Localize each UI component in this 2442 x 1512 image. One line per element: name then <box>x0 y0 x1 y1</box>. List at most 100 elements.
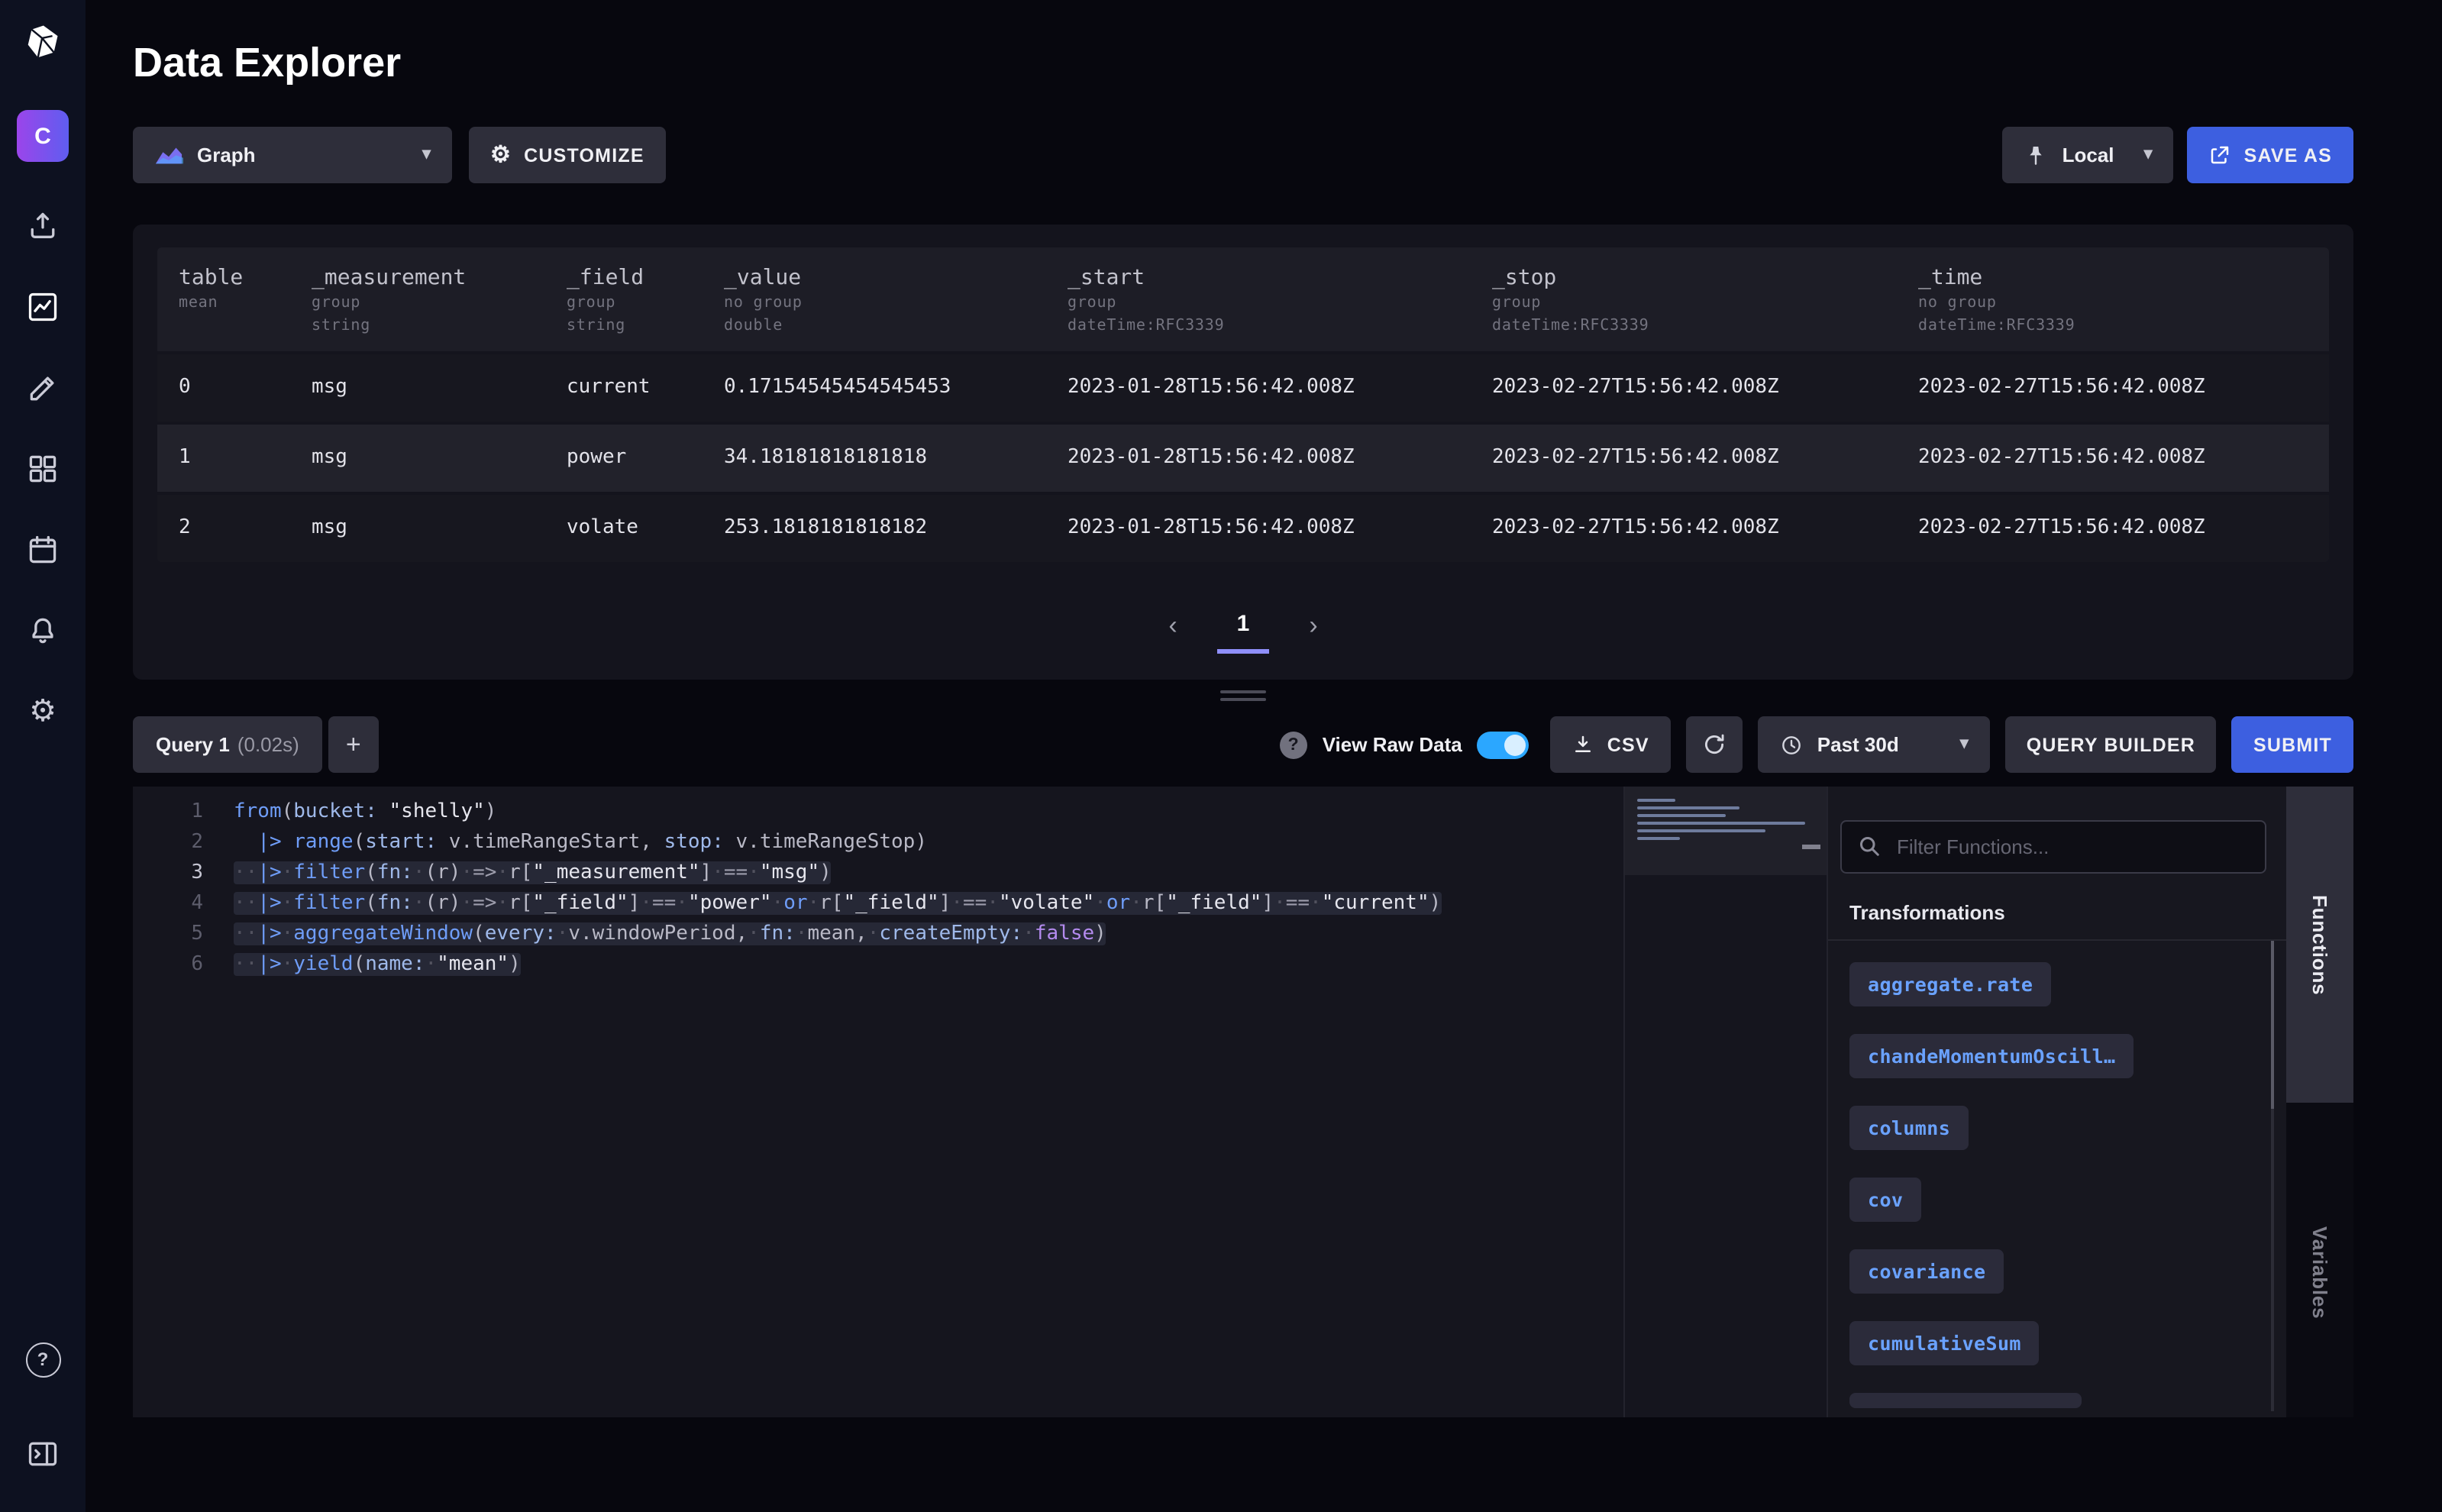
table-row: 1msgpower34.181818181818182023-01-28T15:… <box>157 422 2329 492</box>
query-builder-button[interactable]: QUERY BUILDER <box>2005 716 2217 773</box>
editor-region: 123456 from(bucket: "shelly") |> range(s… <box>133 787 2353 1417</box>
sidebar-item-expand-nav[interactable] <box>24 1436 61 1472</box>
avatar[interactable]: C <box>17 110 69 162</box>
sidebar-item-data-explorer[interactable] <box>24 289 61 325</box>
time-range-dropdown[interactable]: Past 30d ▾ <box>1758 716 1990 773</box>
table-cell: 2023-01-28T15:56:42.008Z <box>1046 495 1471 562</box>
help-tooltip-icon[interactable]: ? <box>1280 731 1307 758</box>
column-label: table <box>179 266 290 290</box>
table-cell: 253.1818181818182 <box>703 495 1046 562</box>
table-cell: 1 <box>157 425 290 492</box>
sidebar-item-settings[interactable]: ⚙ <box>24 693 61 730</box>
function-chip[interactable]: cumulativeSum <box>1849 1321 2040 1365</box>
search-icon <box>1856 832 1883 860</box>
column-meta: dateTime:RFC3339 <box>1918 318 2329 336</box>
influxdb-logo-icon <box>23 23 63 63</box>
prev-page-button[interactable]: ‹ <box>1162 608 1183 645</box>
functions-list: aggregate.rate chandeMomentumOscill… colum… <box>1828 939 2286 1417</box>
function-chip[interactable]: chandeMomentumOscill… <box>1849 1034 2134 1078</box>
view-type-dropdown[interactable]: Graph ▾ <box>133 127 452 183</box>
flux-code-editor[interactable]: 123456 from(bucket: "shelly") |> range(s… <box>133 787 1623 1417</box>
table-cell: msg <box>290 495 545 562</box>
refresh-icon <box>1701 732 1727 758</box>
query-tab[interactable]: Query 1 (0.02s) <box>133 716 322 773</box>
time-range-label: Past 30d <box>1817 733 1899 756</box>
current-page[interactable]: 1 <box>1217 608 1270 654</box>
sidebar-bottom: ? <box>24 1341 61 1512</box>
minimap-line <box>1637 814 1725 817</box>
sidebar-item-upload[interactable] <box>24 208 61 244</box>
scrollbar-thumb[interactable] <box>2271 941 2274 1109</box>
save-as-label: SAVE AS <box>2244 144 2332 166</box>
table-cell: volate <box>545 495 703 562</box>
code-line: |> range(start: v.timeRangeStart, stop: … <box>234 828 1623 858</box>
csv-button[interactable]: CSV <box>1551 716 1671 773</box>
function-chip[interactable]: cov <box>1849 1178 1921 1222</box>
table-cell: 34.18181818181818 <box>703 425 1046 492</box>
view-raw-data-toggle[interactable] <box>1478 731 1529 758</box>
column-meta: group <box>567 295 703 313</box>
viz-toolbar-right: Local ▾ SAVE AS <box>2003 127 2353 183</box>
function-chip[interactable]: aggregate.rate <box>1849 962 2051 1006</box>
filter-functions-input[interactable] <box>1840 820 2266 874</box>
chevron-down-icon: ▾ <box>422 147 431 163</box>
expand-panel-icon <box>26 1437 60 1471</box>
line-number: 5 <box>133 919 203 950</box>
table-header: tablemean_measurementgroupstring_fieldgr… <box>157 247 2329 351</box>
next-page-button[interactable]: › <box>1303 608 1323 645</box>
csv-label: CSV <box>1607 734 1649 755</box>
function-chip[interactable]: covariance <box>1849 1249 2004 1294</box>
bell-icon <box>26 614 60 648</box>
customize-button[interactable]: ⚙ CUSTOMIZE <box>469 127 666 183</box>
line-number: 1 <box>133 797 203 828</box>
dashboards-grid-icon <box>26 452 60 486</box>
timezone-dropdown[interactable]: Local ▾ <box>2003 127 2174 183</box>
add-query-button[interactable]: + <box>328 716 379 773</box>
tab-functions[interactable]: Functions <box>2286 787 2353 1103</box>
sidebar-item-dashboards[interactable] <box>24 451 61 487</box>
column-meta: mean <box>179 295 290 313</box>
function-chip-partial[interactable] <box>1849 1393 2082 1408</box>
timezone-label: Local <box>2062 144 2114 166</box>
column-meta: dateTime:RFC3339 <box>1492 318 1897 336</box>
sidebar-item-alerts[interactable] <box>24 612 61 649</box>
line-number: 6 <box>133 950 203 981</box>
line-number: 2 <box>133 828 203 858</box>
refresh-button[interactable] <box>1686 716 1743 773</box>
column-header: _measurementgroupstring <box>290 247 545 351</box>
export-icon <box>2209 144 2232 166</box>
customize-label: CUSTOMIZE <box>524 144 644 166</box>
view-type-label: Graph <box>197 144 256 166</box>
column-meta: no group <box>1918 295 2329 313</box>
line-number: 4 <box>133 889 203 919</box>
sidebar-item-help[interactable]: ? <box>24 1341 61 1378</box>
minimap[interactable] <box>1623 787 1827 1417</box>
submit-button[interactable]: SUBMIT <box>2232 716 2353 773</box>
sidebar-item-tasks[interactable] <box>24 531 61 568</box>
column-label: _measurement <box>312 266 545 290</box>
function-chip[interactable]: columns <box>1849 1106 1969 1150</box>
save-as-button[interactable]: SAVE AS <box>2188 127 2353 183</box>
raw-data-panel: tablemean_measurementgroupstring_fieldgr… <box>133 225 2353 680</box>
influxdb-logo[interactable] <box>0 0 86 86</box>
table-cell: 2023-02-27T15:56:42.008Z <box>1897 495 2329 562</box>
table-cell: 2 <box>157 495 290 562</box>
raw-data-table: tablemean_measurementgroupstring_fieldgr… <box>157 247 2329 562</box>
line-graph-icon <box>26 290 60 324</box>
table-cell: 2023-02-27T15:56:42.008Z <box>1471 354 1897 422</box>
column-meta: string <box>312 318 545 336</box>
table-row: 0msgcurrent0.171545454545454532023-01-28… <box>157 351 2329 422</box>
page-title: Data Explorer <box>133 37 2353 89</box>
table-cell: 0.17154545454545453 <box>703 354 1046 422</box>
column-label: _stop <box>1492 266 1897 290</box>
screen: C <box>0 0 2442 1512</box>
upload-icon <box>26 209 60 243</box>
table-cell: 2023-02-27T15:56:42.008Z <box>1897 354 2329 422</box>
query-toolbar: Query 1 (0.02s) + ? View Raw Data CSV <box>133 716 2353 773</box>
panel-resize-handle[interactable] <box>1197 690 1289 701</box>
sidebar-item-notebooks[interactable] <box>24 370 61 406</box>
column-label: _start <box>1068 266 1471 290</box>
pin-icon <box>2024 143 2049 167</box>
tab-variables[interactable]: Variables <box>2286 1200 2353 1346</box>
table-cell: 2023-01-28T15:56:42.008Z <box>1046 425 1471 492</box>
